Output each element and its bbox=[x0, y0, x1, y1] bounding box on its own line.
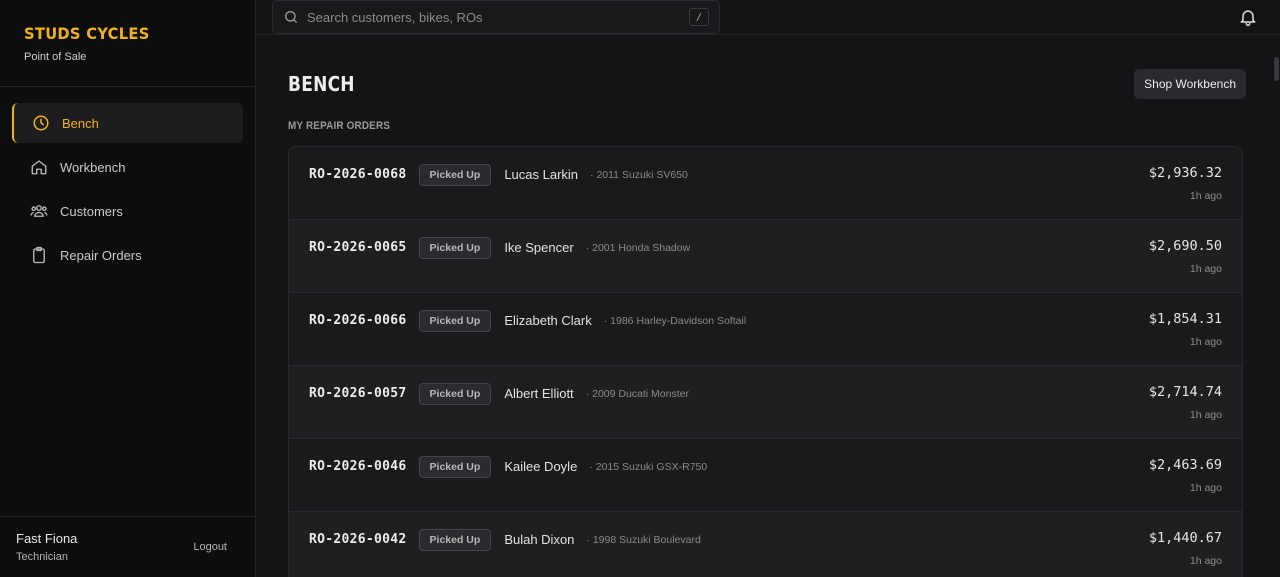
scrollbar-thumb[interactable] bbox=[1274, 57, 1279, 81]
search-box[interactable]: / bbox=[272, 0, 720, 34]
ro-number: RO-2026-0066 bbox=[309, 313, 407, 328]
app-root: STUDS CYCLES Point of Sale Bench Workben… bbox=[0, 0, 1280, 577]
status-badge: Picked Up bbox=[418, 456, 492, 478]
home-icon bbox=[30, 158, 48, 176]
brand-name: STUDS CYCLES bbox=[24, 24, 150, 43]
search-shortcut-key: / bbox=[689, 8, 709, 26]
brand: STUDS CYCLES Point of Sale bbox=[0, 0, 255, 87]
page-header: BENCH Shop Workbench bbox=[288, 68, 1248, 100]
repair-order-row[interactable]: RO-2026-0065 Picked Up Ike Spencer · 200… bbox=[289, 220, 1242, 293]
main-area: / BENCH Shop Workbench MY REPAIR ORDERS … bbox=[256, 0, 1280, 577]
bell-icon[interactable] bbox=[1238, 7, 1258, 27]
sidebar-item-customers[interactable]: Customers bbox=[12, 191, 243, 231]
row-summary: $2,463.69 1h ago bbox=[1149, 457, 1222, 494]
ro-number: RO-2026-0068 bbox=[309, 167, 407, 182]
search-icon bbox=[285, 11, 297, 23]
ro-number: RO-2026-0042 bbox=[309, 532, 407, 547]
sidebar-item-label: Repair Orders bbox=[60, 247, 142, 263]
ro-number: RO-2026-0057 bbox=[309, 386, 407, 401]
repair-order-row[interactable]: RO-2026-0066 Picked Up Elizabeth Clark ·… bbox=[289, 293, 1242, 366]
shop-workbench-button[interactable]: Shop Workbench bbox=[1134, 69, 1246, 99]
sidebar-nav: Bench Workbench Customers Repair Orders bbox=[0, 87, 255, 291]
sidebar-item-repair-orders[interactable]: Repair Orders bbox=[12, 235, 243, 275]
user-name: Fast Fiona bbox=[16, 531, 78, 546]
repair-order-row[interactable]: RO-2026-0046 Picked Up Kailee Doyle · 20… bbox=[289, 439, 1242, 512]
customer-name: Kailee Doyle bbox=[504, 459, 578, 474]
customer-name: Lucas Larkin bbox=[504, 167, 579, 182]
status-badge: Picked Up bbox=[418, 164, 492, 186]
status-badge: Picked Up bbox=[418, 237, 492, 259]
ro-amount: $2,936.32 bbox=[1148, 165, 1222, 181]
bike-info: · 2015 Suzuki GSX-R750 bbox=[589, 461, 708, 473]
ro-number: RO-2026-0046 bbox=[309, 459, 407, 474]
ro-time-ago: 1h ago bbox=[1189, 409, 1222, 421]
ro-amount: $2,463.69 bbox=[1148, 457, 1222, 473]
ro-amount: $1,440.67 bbox=[1148, 530, 1222, 546]
status-badge: Picked Up bbox=[418, 529, 492, 551]
customer-name: Elizabeth Clark bbox=[504, 313, 592, 328]
ro-amount: $2,714.74 bbox=[1148, 384, 1222, 400]
clipboard-icon bbox=[30, 246, 48, 264]
sidebar-item-label: Workbench bbox=[60, 159, 126, 175]
ro-time-ago: 1h ago bbox=[1189, 190, 1222, 202]
ro-time-ago: 1h ago bbox=[1189, 555, 1222, 567]
user-role: Technician bbox=[16, 551, 68, 563]
ro-time-ago: 1h ago bbox=[1189, 482, 1222, 494]
clock-icon bbox=[32, 114, 50, 132]
row-summary: $2,936.32 1h ago bbox=[1149, 165, 1222, 202]
page-title: BENCH bbox=[288, 72, 355, 96]
search-input[interactable] bbox=[307, 9, 689, 25]
bike-info: · 1998 Suzuki Boulevard bbox=[586, 534, 701, 546]
brand-subtitle: Point of Sale bbox=[24, 51, 87, 63]
logout-button[interactable]: Logout bbox=[193, 541, 227, 553]
sidebar: STUDS CYCLES Point of Sale Bench Workben… bbox=[0, 0, 256, 577]
ro-amount: $1,854.31 bbox=[1148, 311, 1222, 327]
customer-name: Ike Spencer bbox=[504, 240, 574, 255]
bike-info: · 2001 Honda Shadow bbox=[585, 242, 691, 254]
row-summary: $1,440.67 1h ago bbox=[1149, 530, 1222, 567]
ro-time-ago: 1h ago bbox=[1189, 263, 1222, 275]
sidebar-item-label: Bench bbox=[62, 115, 99, 131]
sidebar-item-label: Customers bbox=[60, 203, 123, 219]
repair-order-row[interactable]: RO-2026-0057 Picked Up Albert Elliott · … bbox=[289, 366, 1242, 439]
status-badge: Picked Up bbox=[418, 383, 492, 405]
user-panel: Fast Fiona Technician Logout bbox=[0, 516, 255, 577]
row-summary: $2,690.50 1h ago bbox=[1149, 238, 1222, 275]
bike-info: · 2011 Suzuki SV650 bbox=[590, 169, 688, 181]
status-badge: Picked Up bbox=[418, 310, 492, 332]
repair-order-list: RO-2026-0068 Picked Up Lucas Larkin · 20… bbox=[288, 146, 1243, 577]
customer-name: Bulah Dixon bbox=[504, 532, 575, 547]
ro-time-ago: 1h ago bbox=[1189, 336, 1222, 348]
topbar: / bbox=[256, 0, 1280, 35]
ro-amount: $2,690.50 bbox=[1148, 238, 1222, 254]
bike-info: · 1986 Harley-Davidson Softail bbox=[603, 315, 747, 327]
sidebar-item-bench[interactable]: Bench bbox=[12, 103, 243, 143]
row-summary: $2,714.74 1h ago bbox=[1149, 384, 1222, 421]
repair-order-row[interactable]: RO-2026-0042 Picked Up Bulah Dixon · 199… bbox=[289, 512, 1242, 577]
ro-number: RO-2026-0065 bbox=[309, 240, 407, 255]
users-icon bbox=[30, 202, 48, 220]
page-content: BENCH Shop Workbench MY REPAIR ORDERS RO… bbox=[256, 35, 1280, 577]
section-heading: MY REPAIR ORDERS bbox=[288, 120, 391, 132]
repair-order-row[interactable]: RO-2026-0068 Picked Up Lucas Larkin · 20… bbox=[289, 147, 1242, 220]
sidebar-item-workbench[interactable]: Workbench bbox=[12, 147, 243, 187]
row-summary: $1,854.31 1h ago bbox=[1149, 311, 1222, 348]
bike-info: · 2009 Ducati Monster bbox=[585, 388, 689, 400]
customer-name: Albert Elliott bbox=[504, 386, 574, 401]
